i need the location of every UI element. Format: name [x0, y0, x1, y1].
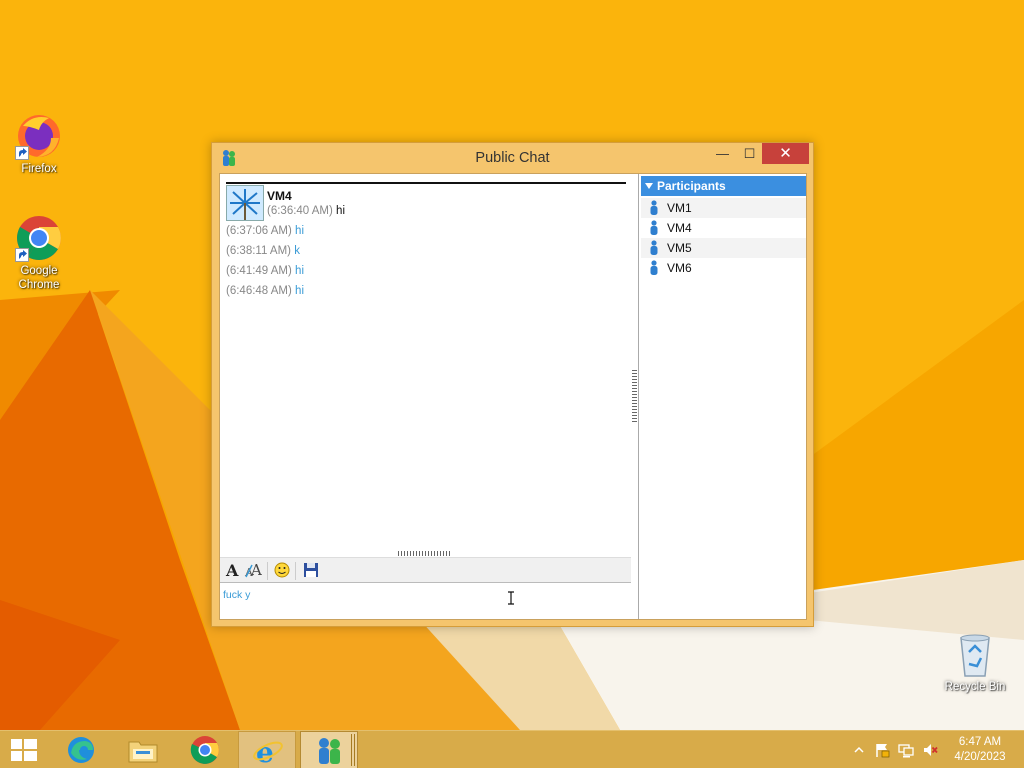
desktop-icon-google-chrome[interactable]: Google Chrome — [1, 214, 77, 292]
participants-header[interactable]: Participants — [641, 176, 806, 196]
volume-muted-icon[interactable] — [922, 742, 938, 758]
font-icon[interactable]: A — [223, 561, 243, 581]
message-text: hi — [295, 225, 304, 237]
public-chat-window[interactable]: Public Chat — ☐ ✕ VM4 (6:36:40 AM) hi (6… — [211, 142, 814, 627]
save-icon[interactable] — [301, 561, 321, 581]
svg-text:A: A — [250, 561, 262, 579]
desktop-icon-label: Firefox — [21, 163, 57, 175]
message-line: (6:46:48 AM) hi — [226, 285, 304, 297]
taskbar-chat-app-button[interactable] — [300, 731, 358, 768]
taskbar-ie-button[interactable]: e — [238, 731, 296, 768]
participant-item[interactable]: VM1 — [641, 198, 806, 218]
desktop-icon-recycle-bin[interactable]: Recycle Bin — [937, 630, 1013, 694]
message-history[interactable]: VM4 (6:36:40 AM) hi (6:37:06 AM) hi (6:3… — [220, 174, 630, 550]
message-text: hi — [295, 285, 304, 297]
firefox-icon — [15, 112, 63, 160]
network-icon[interactable] — [898, 742, 914, 758]
close-button[interactable]: ✕ — [762, 143, 809, 164]
message-timestamp: (6:37:06 AM) — [226, 225, 292, 237]
chrome-icon — [190, 736, 219, 764]
message-timestamp: (6:38:11 AM) — [226, 245, 291, 257]
participant-name: VM4 — [667, 221, 692, 235]
chat-app-icon — [319, 738, 340, 764]
svg-text:A: A — [225, 561, 239, 579]
horizontal-splitter-handle[interactable] — [398, 551, 452, 556]
participants-header-label: Participants — [657, 179, 726, 193]
toolbar-separator — [295, 562, 296, 580]
desktop-icon-label: Recycle Bin — [944, 681, 1006, 693]
window-client-area: VM4 (6:36:40 AM) hi (6:37:06 AM) hi (6:3… — [219, 173, 807, 620]
participant-item[interactable]: VM4 — [641, 218, 806, 238]
user-icon — [649, 260, 659, 276]
message-divider — [226, 182, 626, 184]
toolbar-separator — [267, 562, 268, 580]
folder-icon — [128, 741, 158, 763]
message-sender: VM4 — [267, 189, 292, 203]
message-input-text: fuck y — [223, 589, 251, 601]
avatar — [226, 185, 264, 221]
chrome-icon — [15, 214, 63, 262]
participant-name: VM5 — [667, 241, 692, 255]
message-line: (6:41:49 AM) hi — [226, 265, 304, 277]
taskbar-clock[interactable]: 6:47 AM 4/20/2023 — [948, 735, 1012, 765]
taskbar: e 6:47 AM 4/20/2023 — [0, 730, 1024, 768]
participant-name: VM1 — [667, 201, 692, 215]
taskbar-file-explorer-button[interactable] — [114, 731, 172, 768]
chat-pane: VM4 (6:36:40 AM) hi (6:37:06 AM) hi (6:3… — [220, 174, 632, 619]
taskbar-chrome-button[interactable] — [176, 731, 234, 768]
start-button[interactable] — [0, 731, 48, 768]
minimize-button[interactable]: — — [709, 143, 736, 164]
message-input[interactable]: fuck y — [220, 584, 631, 619]
windows-logo-icon — [11, 739, 37, 761]
participant-item[interactable]: VM5 — [641, 238, 806, 258]
desktop-icon-label: Google Chrome — [18, 265, 60, 291]
shortcut-arrow-icon — [15, 146, 29, 160]
internet-explorer-icon: e — [253, 736, 283, 766]
user-icon — [649, 220, 659, 236]
vertical-splitter-handle[interactable] — [632, 370, 637, 424]
message-timestamp: (6:41:49 AM) — [226, 265, 292, 277]
message-text: k — [294, 245, 300, 257]
message-timestamp: (6:36:40 AM) — [267, 205, 333, 217]
clock-time: 6:47 AM — [958, 736, 1002, 748]
maximize-button[interactable]: ☐ — [736, 143, 763, 164]
emoticon-icon[interactable] — [272, 561, 292, 581]
text-cursor-icon — [507, 591, 515, 605]
participant-item[interactable]: VM6 — [641, 258, 806, 278]
message-line: (6:38:11 AM) k — [226, 245, 300, 257]
participants-panel: Participants VM1 VM4 VM5 VM6 — [638, 174, 806, 619]
window-titlebar[interactable]: Public Chat — ☐ ✕ — [212, 143, 813, 173]
font-color-icon[interactable]: AA — [244, 561, 264, 581]
taskbar-grip — [351, 734, 357, 766]
participant-name: VM6 — [667, 261, 692, 275]
taskbar-edge-button[interactable] — [52, 731, 110, 768]
message-timestamp: (6:46:48 AM) — [226, 285, 292, 297]
message-text: hi — [295, 265, 304, 277]
collapse-arrow-icon — [645, 183, 653, 189]
show-hidden-icons-icon[interactable] — [851, 742, 867, 758]
desktop-icon-firefox[interactable]: Firefox — [1, 112, 77, 176]
user-icon — [649, 200, 659, 216]
format-toolbar: A AA — [220, 557, 631, 583]
recycle-bin-icon — [951, 630, 999, 678]
action-center-flag-icon[interactable] — [874, 742, 890, 758]
message-text: hi — [336, 205, 345, 217]
message-line: (6:37:06 AM) hi — [226, 225, 304, 237]
clock-date: 4/20/2023 — [954, 751, 1006, 763]
user-icon — [649, 240, 659, 256]
shortcut-arrow-icon — [15, 248, 29, 262]
edge-icon — [68, 737, 94, 763]
message-line: (6:36:40 AM) hi — [267, 205, 345, 217]
